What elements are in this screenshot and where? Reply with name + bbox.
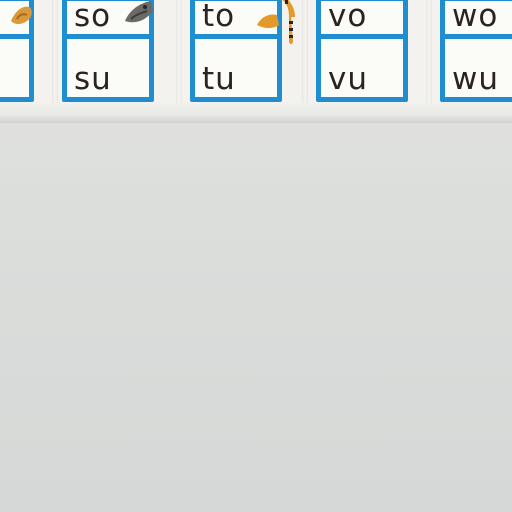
gray-animal-illustration-icon xyxy=(125,1,153,23)
card-gap xyxy=(52,0,58,106)
syllable-chart-strip: so su to tu vo vu wo wu xyxy=(0,0,512,106)
syllable-top: so xyxy=(74,0,112,34)
tiger-illustration-icon xyxy=(257,0,295,44)
photo-scene: so su to tu vo vu wo wu xyxy=(0,0,512,512)
syllable-bottom: vu xyxy=(328,61,368,97)
syllable-card-v: vo vu xyxy=(316,0,408,102)
syllable-bottom: wu xyxy=(452,61,500,97)
syllable-card-w: wo wu xyxy=(440,0,512,102)
syllable-top: to xyxy=(202,0,236,34)
card-gap xyxy=(302,0,308,106)
syllable-bottom: su xyxy=(74,61,112,97)
chart-ledge xyxy=(0,103,512,123)
card-gap xyxy=(176,0,182,106)
card-divider xyxy=(321,34,403,39)
syllable-card-s: so su xyxy=(62,0,154,102)
syllable-card-partial xyxy=(0,0,34,102)
card-divider xyxy=(445,34,512,39)
syllable-card-t: to tu xyxy=(190,0,295,102)
dog-illustration-icon xyxy=(11,6,32,24)
card-gap xyxy=(426,0,432,106)
card-divider xyxy=(67,34,149,39)
syllable-top: vo xyxy=(328,0,368,34)
syllable-top: wo xyxy=(452,0,499,34)
card-divider xyxy=(0,34,29,39)
syllable-bottom: tu xyxy=(202,61,236,97)
